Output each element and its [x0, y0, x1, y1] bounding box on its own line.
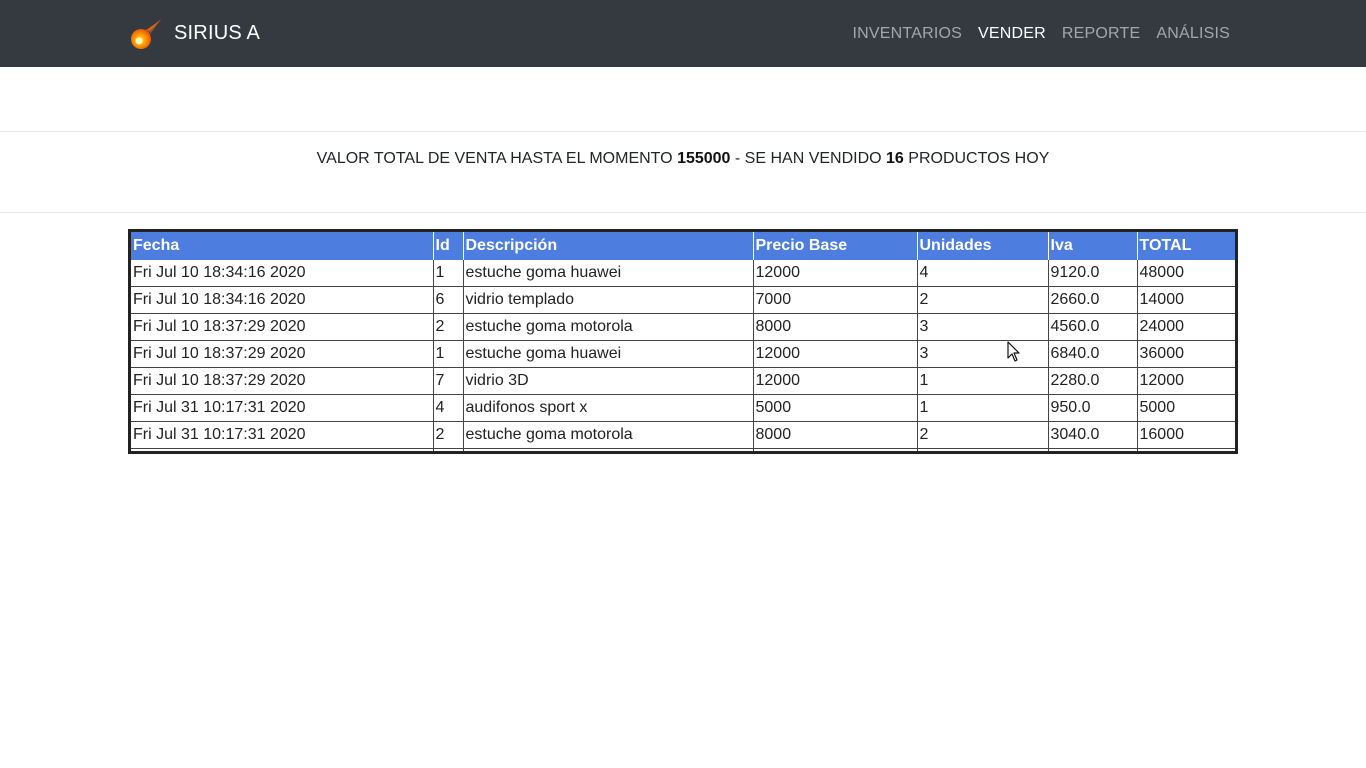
- cell-iva: 950.0: [1048, 394, 1138, 422]
- column-header-precio-base[interactable]: Precio Base: [753, 232, 918, 260]
- top-navbar: SIRIUS A INVENTARIOS VENDER REPORTE ANÁL…: [0, 0, 1366, 67]
- cell-fecha: Fri Jul 31 10:17:31 2020: [131, 394, 434, 422]
- column-header-descripcion[interactable]: Descripción: [463, 232, 754, 260]
- column-header-fecha[interactable]: Fecha: [131, 232, 434, 260]
- cell-precio-base: 7000: [753, 286, 918, 314]
- sales-table-container: Fecha Id Descripción Precio Base Unidade…: [128, 229, 1238, 454]
- cell-precio-base: 8000: [753, 313, 918, 341]
- cell-id: 2: [433, 421, 464, 449]
- cell-fecha: Fri Jul 10 18:37:29 2020: [131, 367, 434, 395]
- cell-id: 1: [433, 340, 464, 368]
- cell-descripcion: estuche goma motorola: [463, 313, 754, 341]
- cell-precio-base: 12000: [753, 340, 918, 368]
- cell-fecha: Fri Jul 10 18:34:16 2020: [131, 286, 434, 314]
- cell-fecha: Fri Jul 10 18:37:29 2020: [131, 313, 434, 341]
- app-name: SIRIUS A: [174, 21, 261, 44]
- summary-middle: - SE HAN VENDIDO: [730, 150, 887, 167]
- table-row[interactable]: Fri Jul 10 18:37:29 2020 7 vidrio 3D 12000 1…: [131, 367, 1235, 395]
- cell-descripcion: vidrio templado: [463, 286, 754, 314]
- empty-cell: [1048, 448, 1138, 451]
- cell-fecha: Fri Jul 10 18:37:29 2020: [131, 340, 434, 368]
- summary-suffix: PRODUCTOS HOY: [903, 150, 1050, 167]
- empty-cell: [753, 448, 918, 451]
- table-row-empty: [131, 448, 1235, 452]
- cell-fecha: Fri Jul 31 10:17:31 2020: [131, 421, 434, 449]
- cell-total: 12000: [1137, 367, 1235, 395]
- table-row[interactable]: Fri Jul 10 18:34:16 2020 6 vidrio templado…: [131, 286, 1235, 314]
- table-row[interactable]: Fri Jul 10 18:34:16 2020 1 estuche goma hu…: [131, 260, 1235, 287]
- cell-unidades: 4: [917, 260, 1049, 287]
- cell-total: 24000: [1137, 313, 1235, 341]
- empty-cell: [1137, 449, 1235, 452]
- cell-id: 4: [433, 394, 464, 422]
- cell-descripcion: vidrio 3D: [463, 367, 754, 395]
- cell-unidades: 2: [917, 286, 1049, 314]
- nav-vender[interactable]: VENDER: [978, 25, 1046, 43]
- nav-analisis[interactable]: ANÁLISIS: [1156, 25, 1230, 43]
- column-header-id[interactable]: Id: [433, 232, 464, 260]
- cell-iva: 6840.0: [1048, 340, 1138, 368]
- cell-total: 5000: [1137, 394, 1235, 422]
- summary-prefix: VALOR TOTAL DE VENTA HASTA EL MOMENTO: [316, 150, 678, 167]
- total-sales-value: 155000: [677, 150, 731, 167]
- cell-total: 14000: [1137, 286, 1235, 314]
- main-nav: INVENTARIOS VENDER REPORTE ANÁLISIS: [837, 0, 1230, 67]
- cell-unidades: 3: [917, 340, 1049, 368]
- cell-unidades: 3: [917, 313, 1049, 341]
- column-header-total[interactable]: TOTAL: [1137, 232, 1235, 260]
- divider-bottom: [0, 212, 1366, 213]
- cell-unidades: 2: [917, 421, 1049, 449]
- cell-iva: 9120.0: [1048, 260, 1138, 287]
- cell-iva: 2280.0: [1048, 367, 1138, 395]
- sales-table: Fecha Id Descripción Precio Base Unidade…: [131, 232, 1235, 451]
- cell-precio-base: 12000: [753, 260, 918, 287]
- cell-descripcion: audifonos sport x: [463, 394, 754, 422]
- cell-descripcion: estuche goma motorola: [463, 421, 754, 449]
- nav-inventarios[interactable]: INVENTARIOS: [853, 25, 962, 43]
- nav-reporte[interactable]: REPORTE: [1062, 25, 1140, 43]
- cell-total: 36000: [1137, 340, 1235, 368]
- empty-cell: [917, 448, 1049, 451]
- brand-link[interactable]: SIRIUS A: [128, 14, 260, 54]
- cell-precio-base: 8000: [753, 421, 918, 449]
- table-row[interactable]: Fri Jul 31 10:17:31 2020 4 audifonos sport…: [131, 394, 1235, 422]
- sales-summary: VALOR TOTAL DE VENTA HASTA EL MOMENTO 15…: [0, 150, 1366, 168]
- table-row[interactable]: Fri Jul 31 10:17:31 2020 2 estuche goma mo…: [131, 421, 1235, 449]
- mouse-cursor-icon: [1007, 341, 1021, 368]
- cell-fecha: Fri Jul 10 18:34:16 2020: [131, 260, 434, 287]
- cell-unidades: 1: [917, 367, 1049, 395]
- divider-top: [0, 131, 1366, 132]
- cell-id: 7: [433, 367, 464, 395]
- cell-total: 48000: [1137, 260, 1235, 287]
- cell-iva: 2660.0: [1048, 286, 1138, 314]
- cell-descripcion: estuche goma huawei: [463, 260, 754, 287]
- cell-precio-base: 12000: [753, 367, 918, 395]
- cell-id: 6: [433, 286, 464, 314]
- comet-icon: [128, 16, 164, 52]
- cell-id: 2: [433, 313, 464, 341]
- table-header-row: Fecha Id Descripción Precio Base Unidade…: [131, 232, 1235, 260]
- cell-unidades: 1: [917, 394, 1049, 422]
- cell-precio-base: 5000: [753, 394, 918, 422]
- units-sold-count: 16: [886, 150, 904, 167]
- cell-total: 16000: [1137, 421, 1235, 449]
- empty-cell: [463, 448, 754, 451]
- empty-cell: [433, 448, 464, 451]
- empty-cell: [131, 448, 434, 451]
- cell-iva: 3040.0: [1048, 421, 1138, 449]
- column-header-unidades[interactable]: Unidades: [917, 232, 1049, 260]
- table-row[interactable]: Fri Jul 10 18:37:29 2020 2 estuche goma mo…: [131, 313, 1235, 341]
- table-row[interactable]: Fri Jul 10 18:37:29 2020 1 estuche goma hu…: [131, 340, 1235, 368]
- sales-table-body: Fri Jul 10 18:34:16 2020 1 estuche goma hu…: [131, 260, 1235, 451]
- cell-descripcion: estuche goma huawei: [463, 340, 754, 368]
- cell-iva: 4560.0: [1048, 313, 1138, 341]
- column-header-iva[interactable]: Iva: [1048, 232, 1138, 260]
- cell-id: 1: [433, 260, 464, 287]
